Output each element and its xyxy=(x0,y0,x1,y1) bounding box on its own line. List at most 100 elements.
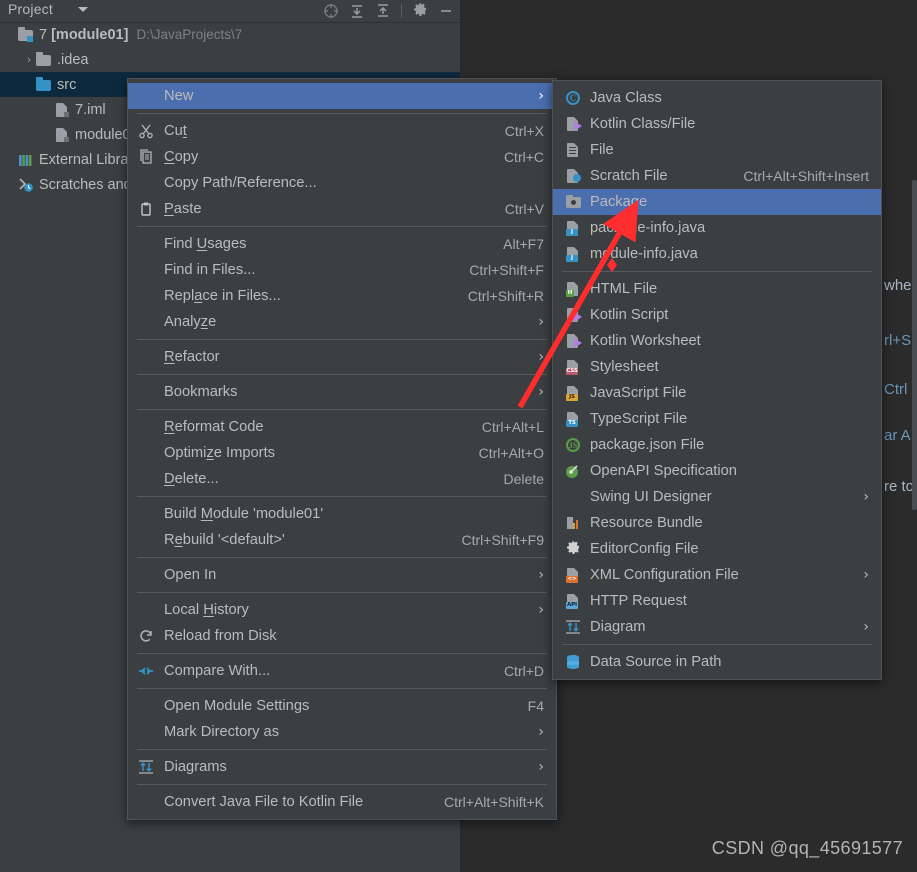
menu-item-copy[interactable]: Copy Ctrl+C xyxy=(128,144,556,170)
no-icon xyxy=(138,175,154,191)
menu-item-convert-java-file-to-kotlin-file[interactable]: Convert Java File to Kotlin File Ctrl+Alt… xyxy=(128,789,556,815)
html-file-icon: H xyxy=(565,281,581,297)
menu-item-http-request[interactable]: API HTTP Request xyxy=(553,588,881,614)
chevron-right-icon: › xyxy=(538,724,544,740)
source-folder-icon xyxy=(36,77,52,93)
menu-item-label: Scratch File xyxy=(590,168,668,184)
menu-item-local-history[interactable]: Local History › xyxy=(128,597,556,623)
menu-item-javascript-file[interactable]: JS JavaScript File xyxy=(553,380,881,406)
editor-code-text: Ctrl xyxy=(884,381,908,398)
menu-item-kotlin-class-file[interactable]: Kotlin Class/File xyxy=(553,111,881,137)
editor-code-text: re to xyxy=(884,478,915,495)
menu-item-label: Bookmarks xyxy=(164,384,238,400)
menu-item-diagrams[interactable]: Diagrams › xyxy=(128,754,556,780)
nodejs-icon: JS xyxy=(565,437,581,453)
menu-item-label: TypeScript File xyxy=(590,411,688,427)
gear-icon xyxy=(565,541,581,557)
menu-item-bookmarks[interactable]: Bookmarks › xyxy=(128,379,556,405)
editor-scrollbar[interactable] xyxy=(912,180,917,510)
menu-item-paste[interactable]: Paste Ctrl+V xyxy=(128,196,556,222)
menu-item-label: Rebuild '<default>' xyxy=(164,532,285,548)
menu-item-label: JavaScript File xyxy=(590,385,687,401)
menu-item-shortcut: Delete xyxy=(503,471,544,487)
menu-item-refactor[interactable]: Refactor › xyxy=(128,344,556,370)
menu-item-label: package.json File xyxy=(590,437,705,453)
diagram-icon xyxy=(138,759,154,775)
menu-item-compare-with[interactable]: Compare With... Ctrl+D xyxy=(128,658,556,684)
menu-item-mark-directory-as[interactable]: Mark Directory as › xyxy=(128,719,556,745)
menu-separator xyxy=(137,749,547,750)
menu-item-label: Resource Bundle xyxy=(590,515,703,531)
locate-icon[interactable] xyxy=(323,3,339,19)
menu-item-editorconfig-file[interactable]: EditorConfig File xyxy=(553,536,881,562)
menu-item-package[interactable]: Package xyxy=(553,189,881,215)
menu-item-delete[interactable]: Delete... Delete xyxy=(128,466,556,492)
kotlin-worksheet-icon xyxy=(565,333,582,349)
menu-item-rebuild-default[interactable]: Rebuild '<default>' Ctrl+Shift+F9 xyxy=(128,527,556,553)
menu-item-diagram[interactable]: Diagram › xyxy=(553,614,881,640)
new-submenu[interactable]: C Java Class Kotlin Class/File File Scratch … xyxy=(552,80,882,680)
menu-item-module-info-java[interactable]: Jmodule-info.java xyxy=(553,241,881,267)
menu-item-kotlin-script[interactable]: Kotlin Script xyxy=(553,302,881,328)
menu-item-analyze[interactable]: Analyze › xyxy=(128,309,556,335)
menu-item-open-module-settings[interactable]: Open Module Settings F4 xyxy=(128,693,556,719)
menu-item-file[interactable]: File xyxy=(553,137,881,163)
diagram-icon xyxy=(565,619,581,635)
menu-item-copy-path-reference[interactable]: Copy Path/Reference... xyxy=(128,170,556,196)
menu-item-reformat-code[interactable]: Reformat Code Ctrl+Alt+L xyxy=(128,414,556,440)
menu-item-new[interactable]: New › xyxy=(128,83,556,109)
menu-item-replace-in-files[interactable]: Replace in Files... Ctrl+Shift+R xyxy=(128,283,556,309)
menu-item-reload-from-disk[interactable]: Reload from Disk xyxy=(128,623,556,649)
resource-bundle-icon xyxy=(565,515,581,531)
menu-item-label: Diagram xyxy=(590,619,646,635)
menu-item-html-file[interactable]: H HTML File xyxy=(553,276,881,302)
tree-node-label: 7.iml xyxy=(75,101,106,118)
ide-screenshot: 7 [module01] D:\JavaProjects\7 › .idea src 7.… xyxy=(0,0,917,872)
chevron-right-icon[interactable]: › xyxy=(22,54,36,66)
tree-node-idea[interactable]: › .idea xyxy=(0,47,460,72)
menu-item-find-usages[interactable]: Find Usages Alt+F7 xyxy=(128,231,556,257)
menu-item-optimize-imports[interactable]: Optimize Imports Ctrl+Alt+O xyxy=(128,440,556,466)
menu-item-label: Kotlin Class/File xyxy=(590,116,696,132)
minimize-icon[interactable] xyxy=(438,3,454,19)
menu-item-build-module-module01[interactable]: Build Module 'module01' xyxy=(128,501,556,527)
project-context-menu[interactable]: New › Cut Ctrl+X Copy Ctrl+C Copy Path/Referen… xyxy=(127,78,557,820)
menu-item-scratch-file[interactable]: Scratch File Ctrl+Alt+Shift+Insert xyxy=(553,163,881,189)
menu-item-find-in-files[interactable]: Find in Files... Ctrl+Shift+F xyxy=(128,257,556,283)
menu-item-label: Optimize Imports xyxy=(164,445,275,461)
menu-item-package-info-java[interactable]: Jpackage-info.java xyxy=(553,215,881,241)
menu-item-stylesheet[interactable]: CSS Stylesheet xyxy=(553,354,881,380)
chevron-down-icon[interactable] xyxy=(78,7,88,12)
no-icon xyxy=(138,419,154,435)
collapse-all-icon[interactable] xyxy=(349,3,365,19)
menu-item-label: Find in Files... xyxy=(164,262,256,278)
menu-item-shortcut: Ctrl+Alt+L xyxy=(481,419,544,435)
menu-item-cut[interactable]: Cut Ctrl+X xyxy=(128,118,556,144)
menu-item-label: Local History xyxy=(164,602,249,618)
reload-icon xyxy=(138,628,154,644)
menu-item-kotlin-worksheet[interactable]: Kotlin Worksheet xyxy=(553,328,881,354)
tree-node-7-module01[interactable]: 7 [module01] D:\JavaProjects\7 xyxy=(0,22,460,47)
menu-item-data-source-in-path[interactable]: Data Source in Path xyxy=(553,649,881,675)
menu-item-label: Stylesheet xyxy=(590,359,659,375)
menu-item-xml-configuration-file[interactable]: <> XML Configuration File › xyxy=(553,562,881,588)
menu-separator xyxy=(137,653,547,654)
clipboard-icon xyxy=(138,201,154,217)
expand-all-icon[interactable] xyxy=(375,3,391,19)
menu-item-label: Package xyxy=(590,194,648,210)
menu-item-package-json-file[interactable]: JS package.json File xyxy=(553,432,881,458)
editor-code-text: ar A xyxy=(884,427,911,444)
gear-icon[interactable] xyxy=(412,3,428,19)
menu-item-label: Cut xyxy=(164,123,187,139)
menu-item-java-class[interactable]: C Java Class xyxy=(553,85,881,111)
menu-item-openapi-specification[interactable]: OpenAPI Specification xyxy=(553,458,881,484)
menu-item-open-in[interactable]: Open In › xyxy=(128,562,556,588)
menu-item-label: Paste xyxy=(164,201,202,217)
menu-separator xyxy=(137,374,547,375)
menu-item-typescript-file[interactable]: TS TypeScript File xyxy=(553,406,881,432)
menu-item-label: XML Configuration File xyxy=(590,567,739,583)
menu-item-resource-bundle[interactable]: Resource Bundle xyxy=(553,510,881,536)
no-icon xyxy=(138,262,154,278)
no-icon xyxy=(138,445,154,461)
menu-item-swing-ui-designer[interactable]: Swing UI Designer › xyxy=(553,484,881,510)
